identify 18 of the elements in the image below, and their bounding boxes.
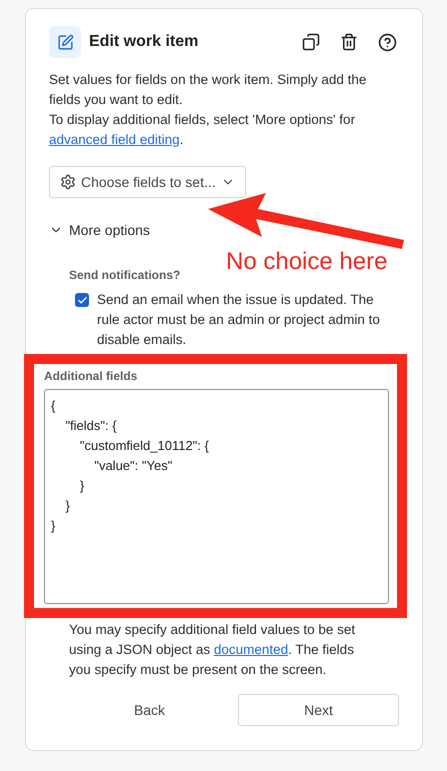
edit-icon [49,26,81,58]
email-checkbox[interactable] [75,293,89,307]
field-label: Send notifications? [69,268,182,282]
json-input-field[interactable]: { "fields": { "customfield_10112": { "value": "Yes" } } } [44,389,389,604]
field-label: Additional fields [44,369,138,383]
check-icon [76,294,88,306]
next-button[interactable]: Next [238,694,399,726]
documented-link[interactable]: documented [214,642,288,657]
panel-title: Edit work item [89,33,200,51]
copy-icon[interactable] [300,31,322,53]
description-text: Set values for fields on the work item. Simply add the fields you want to edit. To display additional fields, select 'More options' for advanced field editing. [49,71,368,149]
help-text: You may specify additional field values to be set using a JSON object as documented. The fields you specify must be present on the screen. [69,621,356,679]
annotation-text: No choice here [226,248,388,276]
more-options-toggle[interactable]: More options [49,222,150,238]
choose-fields-button[interactable]: Choose fields to set... [49,166,246,198]
checkbox-label: Send an email when the issue is updated. The rule actor must be an admin or project admin to disable emails. [97,291,381,349]
gear-icon [60,174,76,190]
advanced-editing-link[interactable]: advanced field editing [49,132,180,147]
